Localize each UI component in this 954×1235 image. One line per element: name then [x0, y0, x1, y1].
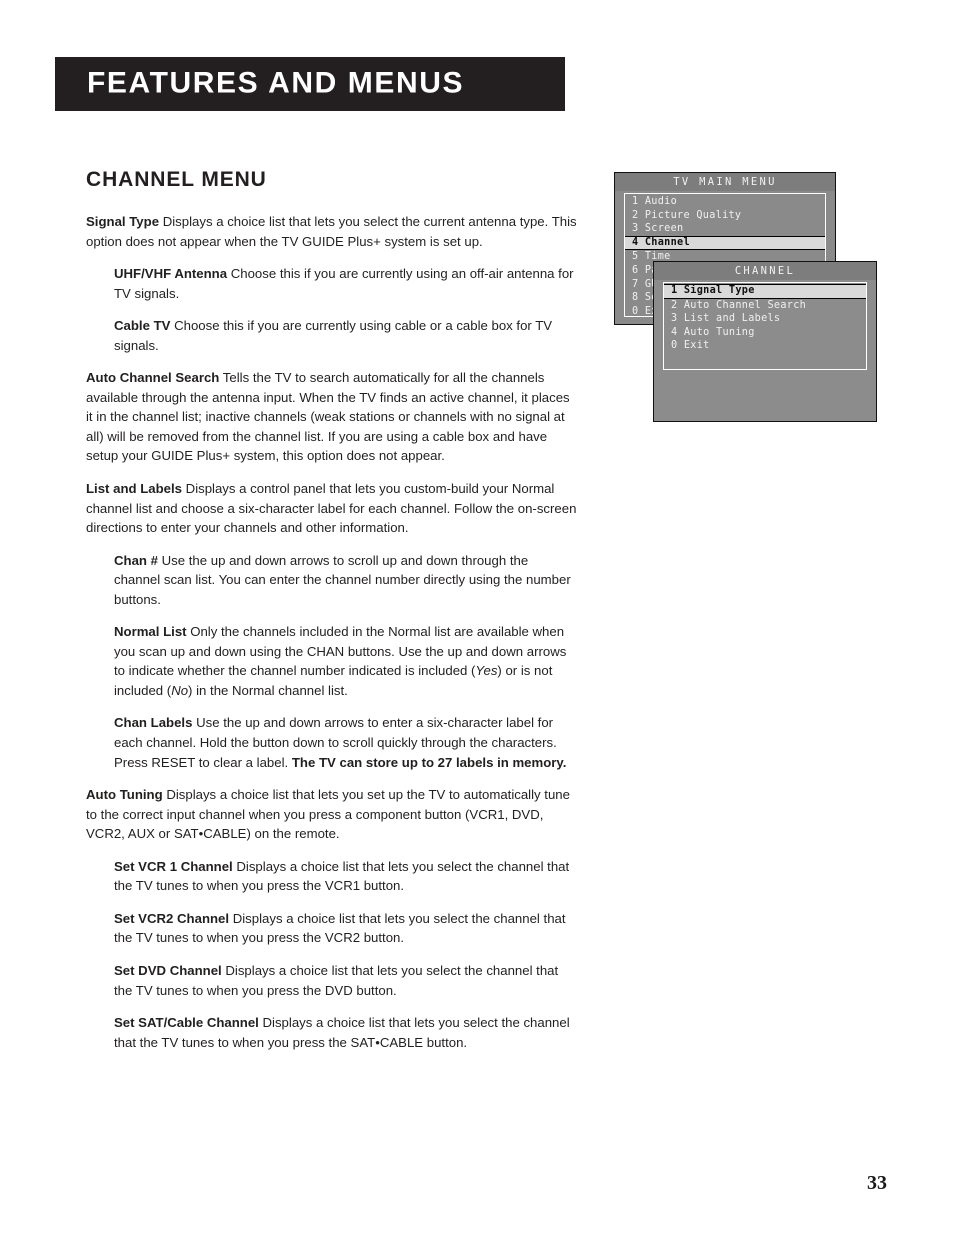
paragraph-uhf-vhf-antenna: UHF/VHF Antenna Choose this if you are c… — [114, 264, 578, 303]
term-signal-type: Signal Type — [86, 214, 160, 229]
paragraph-set-vcr2-channel: Set VCR2 Channel Displays a choice list … — [114, 909, 578, 948]
channel-menu-item-2[interactable]: 3 List and Labels — [664, 312, 866, 326]
paragraph-set-dvd-channel: Set DVD Channel Displays a choice list t… — [114, 961, 578, 1000]
channel-menu-item-1[interactable]: 2 Auto Channel Search — [664, 299, 866, 313]
paragraph-chan-number: Chan # Use the up and down arrows to scr… — [114, 551, 578, 610]
term-set-vcr1-channel: Set VCR 1 Channel — [114, 858, 233, 874]
channel-menu-item-4[interactable]: 0 Exit — [664, 339, 866, 353]
paragraph-auto-channel-search: Auto Channel Search Tells the TV to sear… — [86, 368, 578, 466]
term-uhf-vhf-antenna: UHF/VHF Antenna — [114, 266, 228, 282]
term-set-vcr2-channel: Set VCR2 Channel — [114, 910, 230, 926]
paragraph-chan-labels: Chan Labels Use the up and down arrows t… — [114, 713, 578, 772]
desc-cable-tv: Choose this if you are currently using c… — [114, 318, 553, 353]
channel-menu-panel: CHANNEL 1 Signal Type 2 Auto Channel Sear… — [653, 261, 877, 422]
section-heading: CHANNEL MENU — [86, 168, 267, 191]
paragraph-cable-tv: Cable TV Choose this if you are currentl… — [114, 316, 578, 355]
paragraph-set-vcr1-channel: Set VCR 1 Channel Displays a choice list… — [114, 857, 578, 896]
tv-menu-graphics: TV MAIN MENU 1 Audio 2 Picture Quality 3 S… — [614, 172, 884, 432]
term-chan-labels: Chan Labels — [114, 715, 193, 731]
paragraph-normal-list: Normal List Only the channels included i… — [114, 622, 578, 700]
desc-chan-number: Use the up and down arrows to scroll up … — [114, 552, 571, 607]
paragraph-auto-tuning: Auto Tuning Displays a choice list that … — [86, 785, 578, 844]
page-title: FEATURES AND MENUS — [87, 66, 465, 100]
paragraph-set-sat-cable-channel: Set SAT/Cable Channel Displays a choice … — [114, 1013, 578, 1052]
term-chan-number: Chan # — [114, 552, 158, 568]
tv-main-menu-item-0[interactable]: 1 Audio — [625, 195, 825, 209]
term-normal-list: Normal List — [114, 624, 187, 640]
channel-menu-item-0[interactable]: 1 Signal Type — [664, 284, 866, 299]
tv-main-menu-item-3[interactable]: 4 Channel — [625, 235, 825, 251]
channel-menu-item-3[interactable]: 4 Auto Tuning — [664, 326, 866, 340]
body-content: Signal Type Displays a choice list that … — [86, 212, 578, 1065]
term-auto-tuning: Auto Tuning — [86, 787, 163, 803]
paragraph-list-and-labels: List and Labels Displays a control panel… — [86, 479, 578, 538]
tv-main-menu-item-1[interactable]: 2 Picture Quality — [625, 209, 825, 223]
term-set-dvd-channel: Set DVD Channel — [114, 962, 222, 978]
tv-main-menu-item-2[interactable]: 3 Screen — [625, 222, 825, 236]
channel-menu-title: CHANNEL — [654, 262, 876, 280]
term-list-and-labels: List and Labels — [86, 481, 182, 497]
term-auto-channel-search: Auto Channel Search — [86, 370, 220, 386]
term-cable-tv: Cable TV — [114, 318, 171, 334]
desc-signal-type: Displays a choice list that lets you sel… — [86, 214, 577, 249]
page-number: 33 — [867, 1172, 887, 1194]
channel-menu-list: 1 Signal Type 2 Auto Channel Search 3 List… — [663, 282, 867, 370]
tv-main-menu-title: TV MAIN MENU — [615, 173, 835, 191]
term-set-sat-cable-channel: Set SAT/Cable Channel — [114, 1015, 259, 1031]
paragraph-signal-type: Signal Type Displays a choice list that … — [86, 212, 578, 251]
page-header-band: FEATURES AND MENUS — [55, 57, 565, 111]
